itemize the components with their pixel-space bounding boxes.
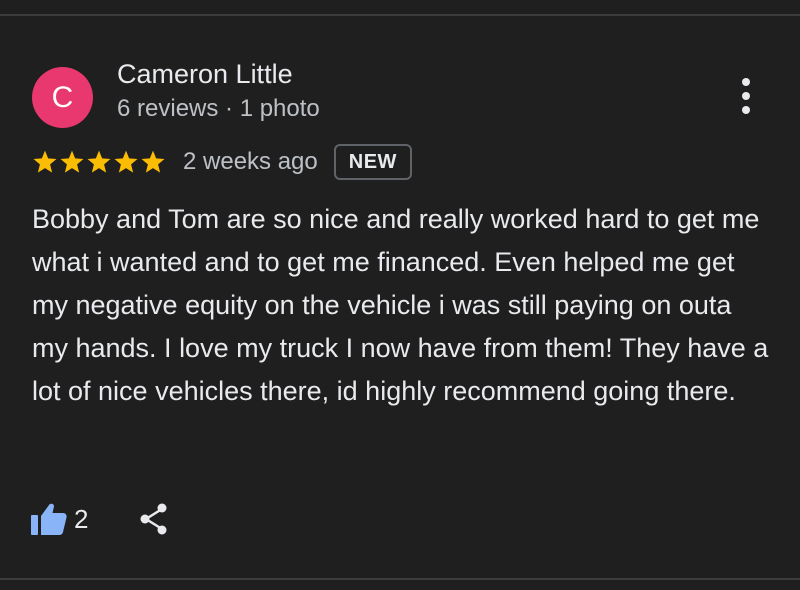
star-icon bbox=[87, 150, 111, 173]
review-card: C Cameron Little 6 reviews · 1 photo 2 w… bbox=[0, 0, 800, 590]
review-text: Bobby and Tom are so nice and really wor… bbox=[32, 204, 769, 406]
share-button[interactable] bbox=[136, 501, 172, 537]
star-rating bbox=[32, 149, 166, 175]
thumbs-up-icon bbox=[31, 503, 67, 535]
bottom-divider bbox=[0, 578, 800, 580]
star-icon bbox=[141, 150, 165, 173]
rating-row: 2 weeks ago NEW bbox=[32, 143, 412, 181]
like-button[interactable]: 2 bbox=[30, 502, 88, 536]
more-vert-icon bbox=[742, 78, 750, 86]
like-count: 2 bbox=[74, 503, 89, 534]
review-actions: 2 bbox=[30, 497, 172, 541]
review-time: 2 weeks ago bbox=[183, 148, 318, 175]
share-icon bbox=[140, 503, 167, 535]
star-icon bbox=[60, 150, 84, 173]
avatar-initial: C bbox=[51, 80, 74, 114]
new-badge: NEW bbox=[333, 144, 412, 180]
top-divider bbox=[0, 14, 800, 16]
more-options-button[interactable] bbox=[728, 76, 764, 116]
avatar[interactable]: C bbox=[32, 67, 93, 128]
author-name[interactable]: Cameron Little bbox=[117, 59, 293, 90]
author-meta: 6 reviews · 1 photo bbox=[117, 95, 320, 122]
star-icon bbox=[33, 150, 57, 173]
star-icon bbox=[114, 150, 138, 173]
